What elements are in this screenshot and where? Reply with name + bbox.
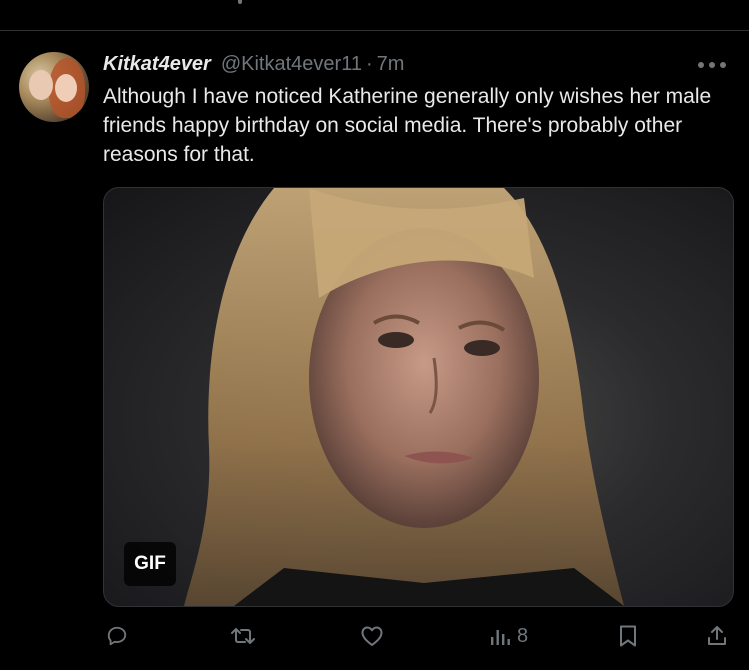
share-icon — [708, 626, 726, 645]
bookmark-icon — [620, 625, 636, 647]
previous-post-action-fragment — [238, 0, 242, 4]
post-action-bar: 8 — [0, 618, 749, 654]
reply-button[interactable] — [106, 618, 128, 654]
repost-button[interactable] — [230, 618, 256, 654]
gif-frame-image — [184, 188, 624, 606]
views-button[interactable]: 8 — [489, 618, 528, 654]
post-timestamp[interactable]: 7m — [377, 52, 405, 76]
post-text: Although I have noticed Katherine genera… — [103, 85, 712, 166]
avatar[interactable] — [19, 52, 89, 122]
author-handle[interactable]: @Kitkat4ever11 — [221, 52, 362, 76]
reply-icon — [107, 626, 127, 646]
more-icon — [698, 62, 726, 68]
bookmark-button[interactable] — [617, 618, 639, 654]
post-header: Kitkat4ever @Kitkat4ever11 · 7m — [103, 52, 404, 76]
author-display-name[interactable]: Kitkat4ever — [103, 52, 211, 76]
post-media-gif[interactable]: GIF — [103, 187, 734, 607]
like-button[interactable] — [360, 618, 384, 654]
views-count: 8 — [517, 624, 529, 647]
share-button[interactable] — [705, 618, 729, 654]
post-divider — [0, 30, 749, 31]
more-options-button[interactable] — [694, 55, 730, 75]
repost-icon — [231, 628, 255, 644]
gif-badge: GIF — [124, 542, 176, 586]
separator-dot: · — [365, 53, 373, 75]
like-icon — [361, 626, 383, 646]
views-icon — [491, 630, 510, 645]
